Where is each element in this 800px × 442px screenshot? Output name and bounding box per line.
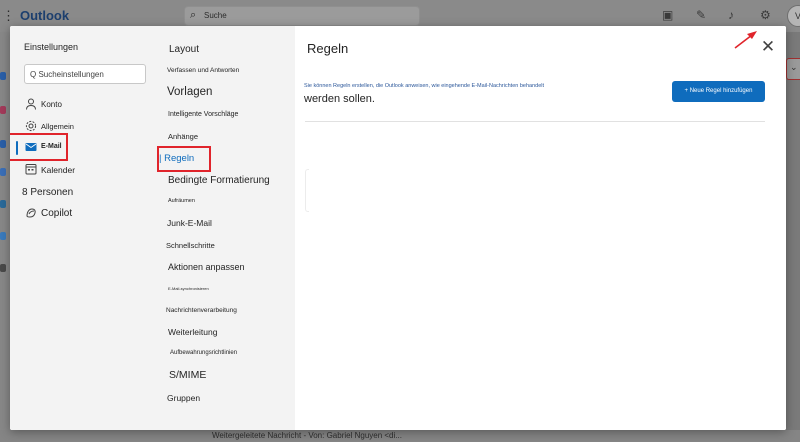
nav-aufraeumen[interactable]: Aufräumen	[168, 198, 195, 204]
search-input[interactable]: ⌕ Suche	[184, 6, 420, 26]
settings-search-input[interactable]: Q Sucheinstellungen	[24, 64, 146, 84]
settings-categories: Einstellungen Q Sucheinstellungen Konto …	[10, 26, 152, 430]
notes-icon[interactable]: ✎	[696, 8, 706, 22]
rules-panel: Regeln ✕ Sie können Regeln erstellen, di…	[295, 26, 786, 430]
onedrive-rail-icon[interactable]	[0, 232, 6, 240]
rules-list-placeholder	[305, 169, 309, 212]
nav-bedingte-formatierung[interactable]: Bedingte Formatierung	[168, 175, 270, 186]
chevron-down-icon: ⌄	[790, 62, 798, 72]
person-icon	[26, 98, 36, 110]
settings-title: Einstellungen	[24, 42, 79, 52]
app-rail	[0, 32, 10, 442]
search-placeholder: Suche	[204, 11, 227, 20]
nav-email-synchronisieren[interactable]: E-Mail-synchronisieren	[168, 286, 209, 291]
settings-gear-icon[interactable]: ⚙	[760, 8, 771, 22]
nav-verfassen[interactable]: Verfassen und Antworten	[167, 67, 239, 74]
nav-anhaenge[interactable]: Anhänge	[168, 132, 198, 141]
nav-personen-label: 8 Personen	[22, 187, 74, 198]
nav-allgemein-label: Allgemein	[41, 122, 74, 131]
settings-dialog: Einstellungen Q Sucheinstellungen Konto …	[10, 26, 786, 430]
nav-personen[interactable]: 8 Personen	[10, 181, 152, 203]
rules-description-continued: werden sollen.	[304, 93, 375, 105]
add-rule-button[interactable]: + Neue Regel hinzufügen	[672, 81, 765, 102]
teams-icon[interactable]: ▣	[662, 8, 673, 22]
nav-konto[interactable]: Konto	[10, 94, 152, 116]
nav-intelligente-vorschlaege[interactable]: Intelligente Vorschläge	[168, 111, 238, 118]
nav-gruppen[interactable]: Gruppen	[167, 393, 200, 403]
nav-vorlagen[interactable]: Vorlagen	[167, 86, 212, 98]
message-preview[interactable]: Weitergeleitete Nachricht - Von: Gabriel…	[212, 431, 402, 440]
nav-aktionen-anpassen[interactable]: Aktionen anpassen	[168, 262, 245, 272]
copilot-icon	[26, 208, 36, 218]
annotation-highlight-email	[10, 133, 68, 161]
nav-schnellschritte[interactable]: Schnellschritte	[166, 241, 215, 250]
mail-rail-icon[interactable]	[0, 72, 6, 80]
page-title: Regeln	[307, 41, 349, 56]
gear-icon	[25, 120, 37, 132]
bell-icon[interactable]: ♪	[728, 8, 734, 22]
nav-copilot[interactable]: Copilot	[10, 203, 152, 225]
rules-description: Sie können Regeln erstellen, die Outlook…	[304, 83, 545, 89]
nav-copilot-label: Copilot	[41, 208, 73, 219]
nav-aufbewahrungsrichtlinien[interactable]: Aufbewahrungsrichtlinien	[170, 350, 237, 356]
nav-kalender[interactable]: Kalender	[10, 159, 152, 181]
nav-weiterleitung[interactable]: Weiterleitung	[168, 327, 217, 337]
mail-settings-nav: Layout Verfassen und Antworten Vorlagen …	[152, 26, 295, 430]
divider	[305, 121, 765, 122]
calendar-icon	[25, 164, 37, 175]
app-name[interactable]: Outlook	[20, 8, 69, 23]
apps-rail-icon[interactable]	[0, 264, 6, 272]
nav-smime[interactable]: S/MIME	[169, 369, 206, 381]
settings-search-placeholder: Q Sucheinstellungen	[30, 70, 104, 79]
reading-pane-dropdown[interactable]: ⌄	[786, 58, 800, 80]
nav-konto-label: Konto	[41, 100, 62, 109]
avatar[interactable]: V	[787, 5, 800, 27]
nav-kalender-label: Kalender	[41, 165, 76, 175]
calendar-rail-icon[interactable]	[0, 106, 6, 114]
people-rail-icon[interactable]	[0, 140, 6, 148]
nav-junk-email[interactable]: Junk-E-Mail	[167, 218, 212, 228]
nav-layout[interactable]: Layout	[169, 44, 199, 55]
search-icon: ⌕	[190, 9, 197, 21]
nav-nachrichtenverarbeitung[interactable]: Nachrichtenverarbeitung	[166, 307, 237, 314]
files-rail-icon[interactable]	[0, 200, 6, 208]
todo-rail-icon[interactable]	[0, 168, 6, 176]
close-icon[interactable]: ✕	[759, 38, 777, 56]
annotation-highlight-regeln	[157, 146, 211, 172]
app-launcher-icon[interactable]: ⋮	[2, 8, 15, 24]
